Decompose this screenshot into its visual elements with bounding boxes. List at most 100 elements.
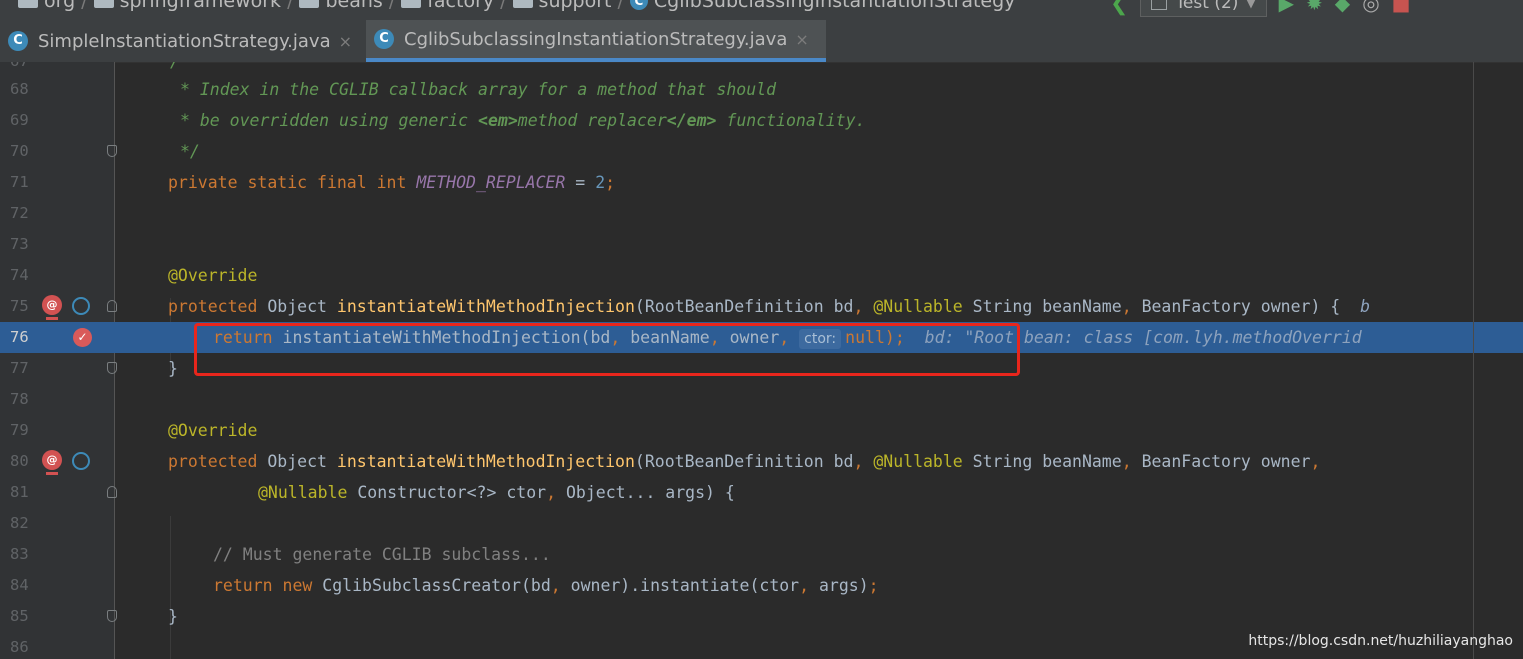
doc-comment: * Index in the CGLIB callback array for … [180,80,777,99]
breadcrumb-separator: / [617,0,624,12]
back-arrow-icon[interactable]: ❮ [1110,0,1128,16]
line-number: 85 [10,607,29,625]
fold-icon[interactable] [107,486,117,498]
line-number: 73 [10,235,29,253]
code-line[interactable]: 80 @ protected Object instantiateWithMet… [0,446,1523,477]
return-statement: return new CglibSubclassCreator(bd, owne… [213,570,879,601]
code-line[interactable]: 78 [0,384,1523,415]
code-line[interactable]: 83 // Must generate CGLIB subclass... [0,539,1523,570]
code-line[interactable]: 72 [0,198,1523,229]
breadcrumb-item-factory[interactable]: factory [401,0,494,12]
run-config-icon [1151,0,1168,10]
navigation-bar: org / springframework / beans / factory … [0,0,1523,20]
folder-icon [512,0,533,8]
toolbar: ❮ Test (2) ▼ ▶ ✹ ◆ ◎ ■ [1110,0,1411,18]
breakpoint-icon[interactable]: ✓ [73,328,92,347]
comma: , [1121,452,1142,471]
parameter: String beanName [962,297,1122,316]
tab-simple-instantiation-strategy[interactable]: C SimpleInstantiationStrategy.java × [0,20,366,62]
code-line[interactable]: 74 @Override [0,260,1523,291]
number: 2 [595,173,606,192]
breadcrumb-label: support [538,0,612,12]
code-line[interactable]: 84 return new CglibSubclassCreator(bd, o… [0,570,1523,601]
right-margin-guide [1473,62,1474,659]
line-number: 80 [10,452,29,470]
code-line[interactable]: 70 */ [0,136,1523,167]
code-line[interactable]: 85 } [0,601,1523,632]
code-line[interactable]: 75 @ protected Object instantiateWithMet… [0,291,1523,322]
line-number: 69 [10,111,29,129]
constructor-call: CglibSubclassCreator(bd [322,576,551,595]
breadcrumb-item-beans[interactable]: beans [299,0,383,12]
code-line[interactable]: 69 * be overridden using generic <em>met… [0,105,1523,136]
line-number: 86 [10,638,29,656]
code-line[interactable]: 82 [0,508,1523,539]
close-icon[interactable]: × [795,30,808,49]
watermark: https://blog.csdn.net/huzhiliayanghao [1248,633,1513,649]
annotation: @Nullable [873,452,963,471]
code-line[interactable]: 68 * Index in the CGLIB callback array f… [0,74,1523,105]
line-number: 81 [10,483,29,501]
annotation: @Override [168,266,258,285]
code-line[interactable]: 73 [0,229,1523,260]
breadcrumb-label: factory [427,0,495,12]
run-icon[interactable]: ▶ [1279,0,1294,15]
overridden-breakpoint-icon[interactable]: @ [42,295,62,320]
keyword: protected [168,297,268,316]
keyword: return new [213,576,323,595]
fold-icon[interactable] [107,362,117,374]
breadcrumb-item-class[interactable]: C CglibSubclassingInstantiationStrategy [629,0,1016,12]
comment-text: * be overridden using generic [180,111,479,130]
method-signature: protected Object instantiateWithMethodIn… [168,291,1370,322]
profile-icon[interactable]: ◎ [1362,0,1379,15]
close-icon[interactable]: × [339,32,352,51]
breadcrumb-item-support[interactable]: support [512,0,612,12]
override-marker-icon[interactable] [72,297,90,315]
comment-text: method replacer [517,111,667,130]
run-config-label: Test (2) [1175,0,1239,13]
debug-icon[interactable]: ✹ [1306,0,1323,15]
stop-icon[interactable]: ■ [1392,0,1411,15]
parameter: Constructor<?> ctor [347,483,547,502]
type: Object [267,297,337,316]
breadcrumb-label: CglibSubclassingInstantiationStrategy [653,0,1016,12]
inline-debug-value: b [1340,297,1371,316]
coverage-icon[interactable]: ◆ [1335,0,1350,15]
tab-cglib-subclassing-instantiation-strategy[interactable]: C CglibSubclassingInstantiationStrategy.… [366,20,826,62]
method-signature-continued: @Nullable Constructor<?> ctor, Object...… [258,477,735,508]
highlight-annotation-box [194,323,1020,376]
folder-icon [93,0,114,8]
folder-icon [299,0,320,8]
line-number: 76 [10,328,29,346]
code-line[interactable]: 79 @Override [0,415,1523,446]
override-marker-icon[interactable] [72,452,90,470]
argument: args) [819,576,869,595]
comment-text: functionality. [716,111,866,130]
comma: , [1310,452,1321,471]
code-line[interactable]: 71 private static final int METHOD_REPLA… [0,167,1523,198]
line-number: 77 [10,359,29,377]
method-call: owner).instantiate(ctor [570,576,800,595]
comma: , [799,576,819,595]
breadcrumb-item-org[interactable]: org [18,0,75,12]
keyword: private static final int [168,173,417,192]
overridden-breakpoint-icon[interactable]: @ [42,450,62,475]
fold-icon[interactable] [107,145,117,157]
fold-icon[interactable] [107,300,117,312]
folder-icon [401,0,422,8]
method-signature: protected Object instantiateWithMethodIn… [168,446,1320,477]
comma: , [853,452,874,471]
tab-label: CglibSubclassingInstantiationStrategy.ja… [404,28,788,50]
run-config-dropdown[interactable]: Test (2) ▼ [1140,0,1267,17]
parameter: BeanFactory owner [1141,452,1311,471]
fold-icon[interactable] [107,610,117,622]
tab-label: SimpleInstantiationStrategy.java [38,30,331,52]
method-name: instantiateWithMethodInjection [336,297,635,316]
breadcrumb-separator: / [388,0,396,12]
code-line[interactable]: 81 @Nullable Constructor<?> ctor, Object… [0,477,1523,508]
annotation: @Override [168,421,258,440]
comma: , [546,483,566,502]
breadcrumb-item-springframework[interactable]: springframework [93,0,281,12]
line-number: 68 [10,80,29,98]
method-name: instantiateWithMethodInjection [336,452,635,471]
